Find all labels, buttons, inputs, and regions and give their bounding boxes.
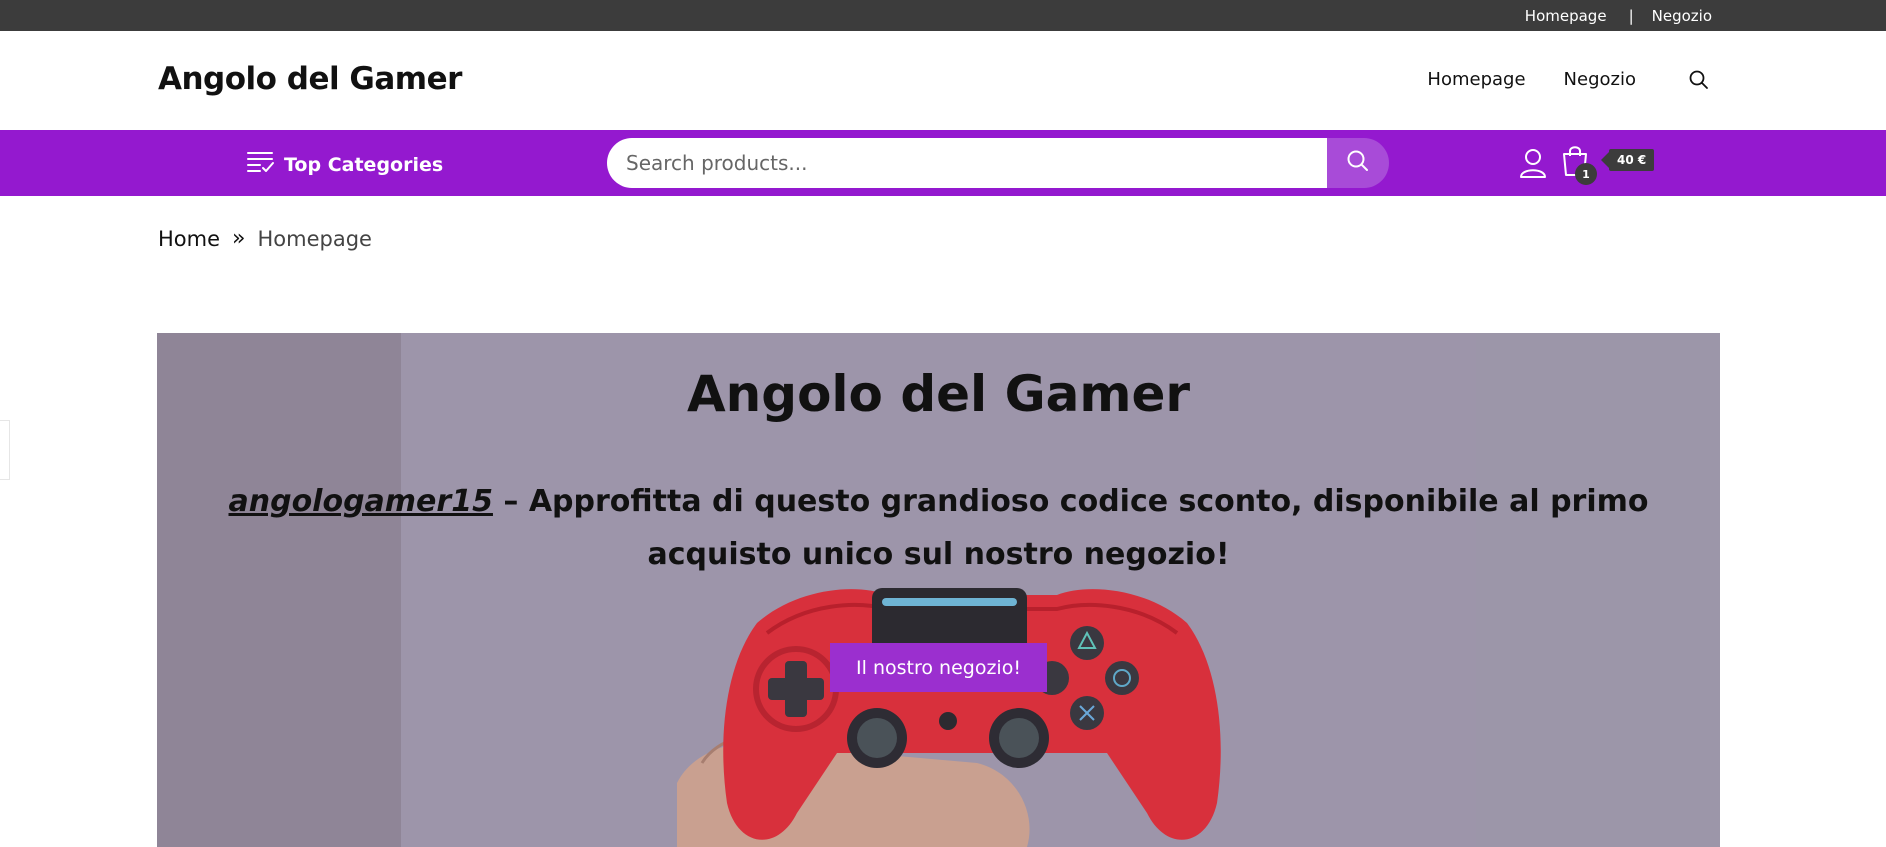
search-icon bbox=[1346, 149, 1370, 177]
user-icon[interactable] bbox=[1518, 147, 1548, 179]
top-bar-links: Homepage | Negozio bbox=[1525, 0, 1712, 31]
hero-banner: Angolo del Gamer angologamer15 – Approfi… bbox=[157, 333, 1720, 847]
nav-item-homepage[interactable]: Homepage bbox=[1427, 69, 1525, 90]
main-nav: Homepage Negozio bbox=[1427, 69, 1636, 90]
product-search bbox=[607, 138, 1389, 188]
category-search-bar: Top Categories 1 40 € bbox=[0, 130, 1886, 196]
list-check-icon bbox=[246, 149, 276, 180]
breadcrumb-home[interactable]: Home bbox=[158, 227, 220, 251]
promo-description: – Approfitta di questo grandioso codice … bbox=[492, 484, 1649, 572]
search-icon[interactable] bbox=[1688, 69, 1710, 91]
top-categories-label: Top Categories bbox=[284, 153, 444, 176]
top-link-homepage[interactable]: Homepage bbox=[1525, 7, 1607, 25]
breadcrumb-separator: » bbox=[232, 226, 246, 251]
search-input[interactable] bbox=[607, 138, 1329, 188]
breadcrumb: Home » Homepage bbox=[158, 226, 372, 251]
site-header: Angolo del Gamer Homepage Negozio bbox=[0, 31, 1886, 130]
top-bar: Homepage | Negozio bbox=[0, 0, 1886, 31]
top-categories-button[interactable]: Top Categories bbox=[246, 149, 443, 180]
nav-item-negozio[interactable]: Negozio bbox=[1564, 69, 1636, 90]
cart-count-badge: 1 bbox=[1575, 163, 1597, 185]
side-drawer-tab[interactable] bbox=[0, 420, 10, 480]
site-logo[interactable]: Angolo del Gamer bbox=[158, 61, 462, 97]
promo-code[interactable]: angologamer15 bbox=[229, 484, 493, 519]
breadcrumb-current: Homepage bbox=[257, 226, 372, 251]
shop-button[interactable]: Il nostro negozio! bbox=[830, 643, 1047, 692]
top-link-separator: | bbox=[1628, 6, 1634, 25]
search-button[interactable] bbox=[1327, 138, 1389, 188]
top-link-negozio[interactable]: Negozio bbox=[1652, 7, 1712, 25]
hero-title: Angolo del Gamer bbox=[686, 365, 1191, 423]
cart-total-badge[interactable]: 40 € bbox=[1600, 149, 1655, 171]
promo-text: angologamer15 – Approfitta di questo gra… bbox=[177, 475, 1700, 581]
